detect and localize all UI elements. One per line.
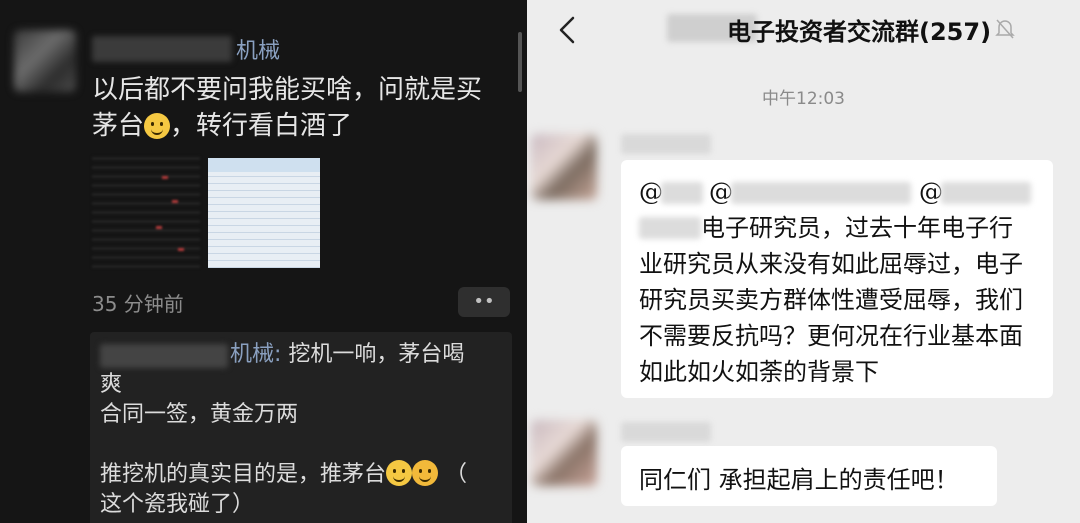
mention-at-symbol: @	[639, 178, 663, 206]
comment-line1: 挖机一响，茅台喝	[288, 342, 465, 367]
back-arrow-icon[interactable]	[549, 12, 589, 48]
message-bubble[interactable]: 同仁们 承担起肩上的责任吧！	[621, 446, 997, 506]
smile-emoji-icon	[386, 460, 413, 486]
left-chat-panel: 机械 以后都不要问我能买啥，问就是买 茅台 ，转行看白酒了 35 分钟前 •• 机…	[0, 0, 527, 523]
scrollbar[interactable]	[518, 32, 522, 92]
image-thumbnail-stock-chart[interactable]	[92, 156, 200, 268]
sender-name-redacted	[621, 134, 711, 154]
message-line2: 业研究员从来没有如此屈辱过，电子	[639, 250, 1023, 278]
comment-text: 机械: 挖机一响，茅台喝 爽 合同一签，黄金万两 推挖机的真实目的是，推茅台 （…	[100, 342, 468, 517]
message-line5: 如此如火如荼的背景下	[639, 358, 879, 386]
message-line4: 不需要反抗吗？更何况在行业基本面	[639, 322, 1023, 350]
mute-bell-icon	[995, 19, 1015, 39]
sender-name-suffix: 机械	[236, 39, 281, 64]
comment-line4-end: （	[445, 462, 468, 487]
message-text: 同仁们 承担起肩上的责任吧！	[639, 466, 959, 494]
sender-name-redacted	[621, 422, 711, 442]
moment-text-line1: 以后都不要问我能买啥，问就是买	[92, 75, 483, 105]
comment-line3: 合同一签，黄金万两	[100, 402, 299, 427]
crying-laugh-emoji-icon	[412, 460, 439, 486]
sender-name-redacted	[92, 36, 232, 62]
message-timestamp: 中午12:03	[762, 89, 845, 109]
avatar[interactable]	[531, 134, 597, 200]
comment-name-suffix: 机械	[230, 342, 275, 367]
mention-at-symbol: @	[919, 178, 943, 206]
message-bubble[interactable]: @ @ @ 电子研究员，过去十年电子行 业研究员从来没有如此屈辱过，电子 研究员…	[621, 160, 1053, 398]
right-chat-panel: 电子投资者交流群(257) 中午12:03 @ @ @ 电子研究员，过去十年电子…	[527, 0, 1080, 523]
chat-title: 电子投资者交流群(257)	[727, 18, 992, 46]
comment-line5: 这个瓷我碰了）	[100, 492, 255, 517]
post-time: 35 分钟前	[92, 292, 184, 316]
image-thumbnail-table[interactable]	[208, 158, 320, 268]
message-line3: 研究员买卖方群体性遭受屈辱，我们	[639, 286, 1023, 314]
avatar[interactable]	[531, 420, 597, 486]
comment-box: 机械: 挖机一响，茅台喝 爽 合同一签，黄金万两 推挖机的真实目的是，推茅台 （…	[90, 332, 512, 523]
avatar[interactable]	[14, 30, 76, 92]
moment-text: 以后都不要问我能买啥，问就是买 茅台 ，转行看白酒了	[92, 72, 512, 144]
moment-text-line2a: 茅台	[92, 111, 145, 141]
comment-line2: 爽	[100, 372, 123, 397]
moment-text-line2b: ，转行看白酒了	[170, 111, 353, 141]
message-text: @ @ @ 电子研究员，过去十年电子行 业研究员从来没有如此屈辱过，电子 研究员…	[639, 174, 1039, 390]
more-actions-button[interactable]: ••	[458, 287, 510, 317]
comment-line4: 推挖机的真实目的是，推茅台	[100, 462, 387, 487]
message-line1: 电子研究员，过去十年电子行	[701, 214, 1013, 242]
mention-at-symbol: @	[709, 178, 733, 206]
smile-emoji-icon	[144, 113, 171, 139]
